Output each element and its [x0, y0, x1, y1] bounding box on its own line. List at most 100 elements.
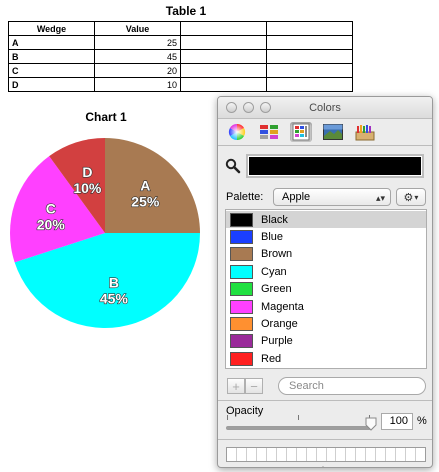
custom-swatch-cell[interactable] — [386, 448, 397, 461]
resize-grip-icon[interactable]: ▴ — [321, 463, 325, 467]
custom-swatch-cell[interactable] — [257, 448, 267, 461]
chevron-updown-icon: ▴▾ — [375, 193, 385, 203]
custom-swatch-cell[interactable] — [327, 448, 337, 461]
palette-selected-value: Apple — [282, 191, 311, 203]
palette-dropdown[interactable]: Apple ▴▾ — [273, 188, 391, 206]
color-list-item[interactable]: Black — [226, 211, 426, 228]
empty-cell[interactable] — [180, 77, 267, 92]
add-color-button[interactable]: + — [227, 378, 245, 394]
value-cell[interactable]: 10 — [94, 77, 181, 92]
custom-swatch-cell[interactable] — [227, 448, 237, 461]
slice-label: D — [82, 164, 92, 180]
color-list-item[interactable]: Magenta — [226, 298, 426, 315]
custom-swatch-cell[interactable] — [366, 448, 377, 461]
remove-color-button[interactable]: − — [245, 378, 263, 394]
slice-percent-label: 25% — [131, 194, 160, 210]
image-palettes-icon — [323, 124, 343, 140]
slice-label: B — [109, 274, 119, 290]
image-palettes-tab[interactable] — [322, 122, 344, 142]
custom-swatch-cell[interactable] — [237, 448, 247, 461]
colors-toolbar — [218, 119, 432, 145]
color-list-item[interactable]: Cyan — [226, 263, 426, 280]
opacity-label: Opacity — [226, 405, 264, 417]
palette-label: Palette: — [226, 191, 264, 203]
custom-swatch-cell[interactable] — [267, 448, 277, 461]
wedge-cell[interactable]: A — [8, 35, 95, 50]
custom-swatch-cell[interactable] — [277, 448, 287, 461]
custom-swatch-cell[interactable] — [336, 448, 347, 461]
color-list-item[interactable]: Green — [226, 281, 426, 298]
custom-swatch-cell[interactable] — [287, 448, 297, 461]
color-sliders-tab[interactable] — [258, 122, 280, 142]
wedge-cell[interactable]: C — [8, 63, 95, 78]
custom-swatch-cell[interactable] — [346, 448, 357, 461]
color-list-item[interactable]: Blue — [226, 228, 426, 245]
slider-tick — [298, 415, 299, 420]
custom-swatch-bar[interactable] — [226, 447, 426, 462]
gear-icon: ⚙ — [403, 191, 414, 204]
chart-title: Chart 1 — [85, 110, 127, 124]
divider — [218, 400, 432, 401]
color-palettes-tab[interactable] — [290, 122, 312, 142]
color-chip — [230, 351, 253, 366]
color-chip — [230, 212, 253, 227]
search-input[interactable]: Search — [278, 377, 426, 395]
column-header-value: Value — [94, 21, 181, 36]
color-chip — [230, 316, 253, 331]
percent-sign: % — [417, 415, 427, 427]
color-wheel-tab[interactable] — [226, 122, 248, 142]
color-list[interactable]: Black Blue Brown Cyan Green Magenta Orange Purp… — [225, 209, 427, 369]
wedge-cell[interactable]: D — [8, 77, 95, 92]
table-row: B 45 — [8, 49, 353, 64]
color-chip — [230, 299, 253, 314]
color-chip — [230, 334, 253, 349]
wedge-cell[interactable]: B — [8, 49, 95, 64]
value-cell[interactable]: 20 — [94, 63, 181, 78]
color-chip — [230, 247, 253, 262]
opacity-value-field[interactable]: 100 — [381, 413, 413, 430]
empty-cell[interactable] — [266, 49, 353, 64]
custom-swatch-cell[interactable] — [297, 448, 307, 461]
value-cell[interactable]: 45 — [94, 49, 181, 64]
data-table: Wedge Value A 25 B 45 C 20 D 10 — [8, 21, 353, 92]
color-list-item[interactable]: Brown — [226, 246, 426, 263]
table-header-row: Wedge Value — [8, 21, 353, 36]
custom-swatch-cell[interactable] — [416, 448, 425, 461]
color-list-item[interactable]: Purple — [226, 333, 426, 350]
panel-titlebar[interactable]: Colors — [218, 97, 432, 119]
custom-swatch-cell[interactable] — [356, 448, 367, 461]
pie-slice-a[interactable] — [105, 138, 200, 233]
panel-title: Colors — [309, 102, 341, 114]
empty-cell[interactable] — [180, 35, 267, 50]
color-list-item[interactable]: Red — [226, 350, 426, 367]
color-sliders-icon — [260, 125, 278, 139]
custom-swatch-cell[interactable] — [307, 448, 317, 461]
custom-swatch-cell[interactable] — [317, 448, 327, 461]
empty-cell[interactable] — [266, 63, 353, 78]
opacity-slider-thumb[interactable] — [365, 417, 377, 431]
empty-cell[interactable] — [266, 77, 353, 92]
empty-cell[interactable] — [180, 49, 267, 64]
colors-panel: Colors Palette: Apple ▴▾ ⚙ ▾ Black Blue … — [217, 96, 433, 468]
table-row: D 10 — [8, 77, 353, 92]
custom-swatch-cell[interactable] — [376, 448, 387, 461]
custom-swatch-cell[interactable] — [406, 448, 417, 461]
slice-percent-label: 45% — [100, 290, 129, 306]
empty-cell[interactable] — [266, 35, 353, 50]
magnifier-icon[interactable] — [225, 158, 241, 174]
color-name: Magenta — [261, 300, 304, 313]
custom-swatch-cell[interactable] — [396, 448, 407, 461]
color-palettes-icon — [292, 123, 310, 141]
pie-chart[interactable]: A25% B45% C20% D10% — [0, 125, 212, 340]
custom-swatch-cell[interactable] — [247, 448, 257, 461]
opacity-slider[interactable] — [226, 426, 371, 430]
crayons-tab[interactable] — [354, 122, 376, 142]
table-row: C 20 — [8, 63, 353, 78]
column-header-empty — [266, 21, 353, 36]
empty-cell[interactable] — [180, 63, 267, 78]
value-cell[interactable]: 25 — [94, 35, 181, 50]
current-color-well[interactable] — [246, 154, 424, 178]
divider — [218, 439, 432, 440]
palette-action-button[interactable]: ⚙ ▾ — [396, 188, 426, 206]
color-list-item[interactable]: Orange — [226, 315, 426, 332]
